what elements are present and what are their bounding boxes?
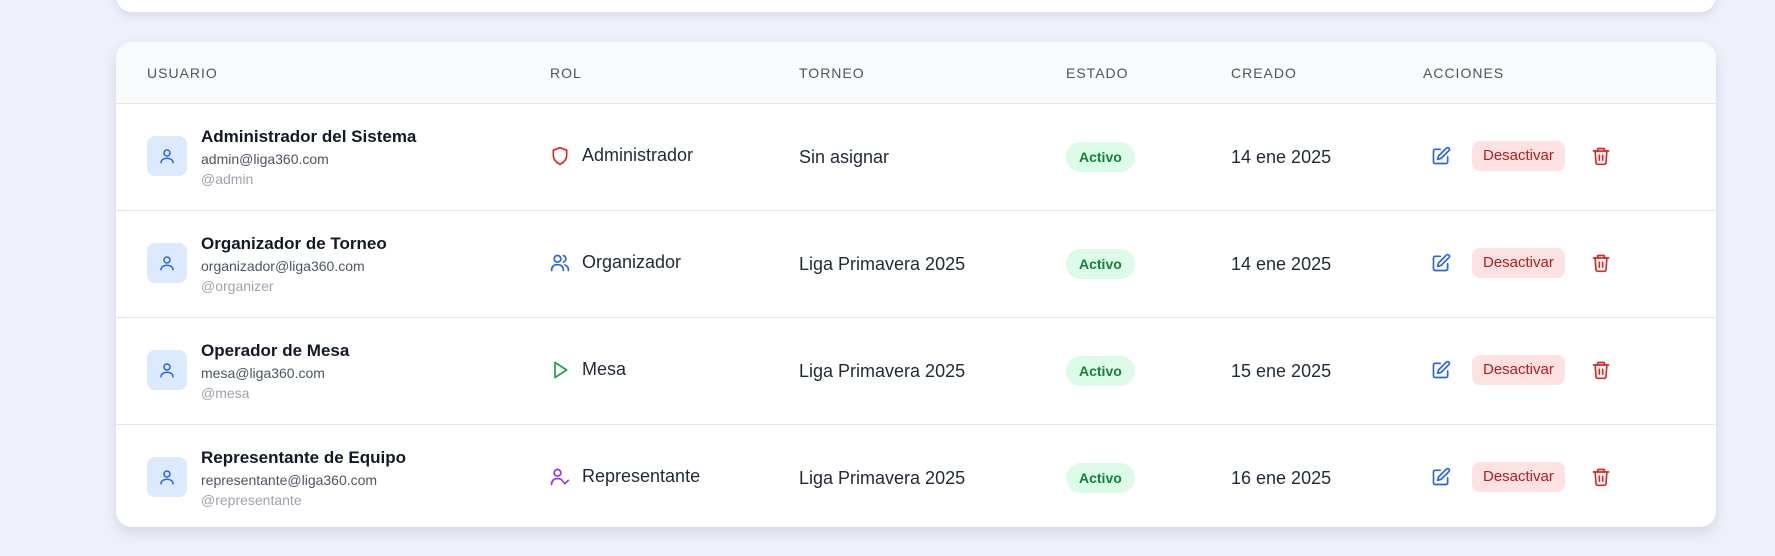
- trash-icon: [1591, 146, 1611, 166]
- trash-icon: [1591, 253, 1611, 273]
- delete-button[interactable]: [1589, 251, 1613, 275]
- edit-button[interactable]: [1429, 465, 1453, 489]
- status-badge: Activo: [1066, 142, 1135, 172]
- edit-icon: [1431, 146, 1451, 166]
- play-icon: [550, 360, 570, 380]
- user-name: Representante de Equipo: [201, 448, 406, 467]
- role-label: Administrador: [582, 145, 694, 165]
- deactivate-button[interactable]: Desactivar: [1472, 141, 1565, 171]
- user-email: representante@liga360.com: [201, 472, 378, 488]
- table-row: Operador de Mesa mesa@liga360.com @mesa …: [116, 317, 1716, 424]
- torneo-value: Liga Primavera 2025: [799, 254, 966, 274]
- edit-button[interactable]: [1429, 144, 1453, 168]
- header-creado: CREADO: [1231, 65, 1297, 81]
- user-check-icon: [550, 467, 570, 487]
- user-handle: @mesa: [201, 385, 250, 401]
- table-row: Administrador del Sistema admin@liga360.…: [116, 103, 1716, 210]
- header-torneo: TORNEO: [799, 65, 865, 81]
- user-email: organizador@liga360.com: [201, 258, 365, 274]
- role-cell: Mesa: [550, 359, 626, 380]
- user-email: mesa@liga360.com: [201, 365, 325, 381]
- delete-button[interactable]: [1589, 144, 1613, 168]
- created-date: 14 ene 2025: [1231, 147, 1332, 167]
- table-row: Representante de Equipo representante@li…: [116, 424, 1716, 527]
- deactivate-button[interactable]: Desactivar: [1472, 248, 1565, 278]
- user-name: Organizador de Torneo: [201, 234, 387, 253]
- role-label: Organizador: [582, 252, 682, 272]
- torneo-value: Liga Primavera 2025: [799, 468, 966, 488]
- users-table: USUARIO ROL TORNEO ESTADO CREADO ACCIONE…: [116, 42, 1716, 527]
- delete-button[interactable]: [1589, 465, 1613, 489]
- deactivate-button[interactable]: Desactivar: [1472, 462, 1565, 492]
- user-icon: [158, 361, 176, 379]
- created-date: 15 ene 2025: [1231, 361, 1332, 381]
- status-badge: Activo: [1066, 249, 1135, 279]
- role-label: Representante: [582, 466, 701, 486]
- created-date: 16 ene 2025: [1231, 468, 1332, 488]
- shield-icon: [550, 146, 570, 166]
- trash-icon: [1591, 467, 1611, 487]
- header-acciones: ACCIONES: [1423, 65, 1505, 81]
- avatar: [147, 243, 187, 283]
- deactivate-button[interactable]: Desactivar: [1472, 355, 1565, 385]
- user-handle: @admin: [201, 171, 254, 187]
- header-usuario: USUARIO: [147, 65, 218, 81]
- avatar: [147, 457, 187, 497]
- table-row: Organizador de Torneo organizador@liga36…: [116, 210, 1716, 317]
- header-rol: ROL: [550, 65, 582, 81]
- user-icon: [158, 468, 176, 486]
- user-handle: @representante: [201, 492, 302, 508]
- header-estado: ESTADO: [1066, 65, 1129, 81]
- trash-icon: [1591, 360, 1611, 380]
- user-handle: @organizer: [201, 278, 274, 294]
- edit-icon: [1431, 467, 1451, 487]
- avatar: [147, 350, 187, 390]
- previous-card: [116, 0, 1716, 12]
- role-cell: Organizador: [550, 252, 681, 273]
- torneo-value: Liga Primavera 2025: [799, 361, 966, 381]
- table-header: USUARIO ROL TORNEO ESTADO CREADO ACCIONE…: [116, 42, 1716, 103]
- delete-button[interactable]: [1589, 358, 1613, 382]
- user-name: Administrador del Sistema: [201, 127, 417, 146]
- user-icon: [158, 147, 176, 165]
- role-cell: Representante: [550, 466, 700, 487]
- avatar: [147, 136, 187, 176]
- created-date: 14 ene 2025: [1231, 254, 1332, 274]
- user-email: admin@liga360.com: [201, 151, 329, 167]
- role-cell: Administrador: [550, 145, 693, 166]
- status-badge: Activo: [1066, 463, 1135, 493]
- status-badge: Activo: [1066, 356, 1135, 386]
- edit-icon: [1431, 253, 1451, 273]
- users-icon: [550, 253, 570, 273]
- user-icon: [158, 254, 176, 272]
- user-name: Operador de Mesa: [201, 341, 350, 360]
- torneo-value: Sin asignar: [799, 147, 890, 167]
- edit-button[interactable]: [1429, 358, 1453, 382]
- edit-button[interactable]: [1429, 251, 1453, 275]
- edit-icon: [1431, 360, 1451, 380]
- role-label: Mesa: [582, 359, 627, 379]
